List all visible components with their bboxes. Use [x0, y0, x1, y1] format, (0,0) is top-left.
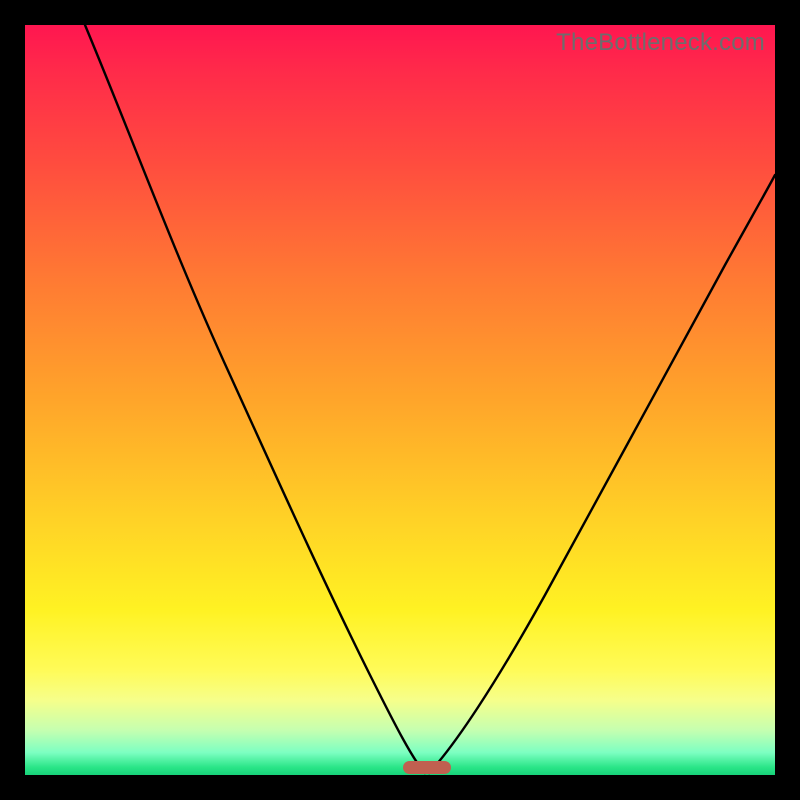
optimum-marker	[403, 761, 451, 774]
plot-area: TheBottleneck.com	[25, 25, 775, 775]
bottleneck-curve	[25, 25, 775, 775]
chart-frame: TheBottleneck.com	[0, 0, 800, 800]
